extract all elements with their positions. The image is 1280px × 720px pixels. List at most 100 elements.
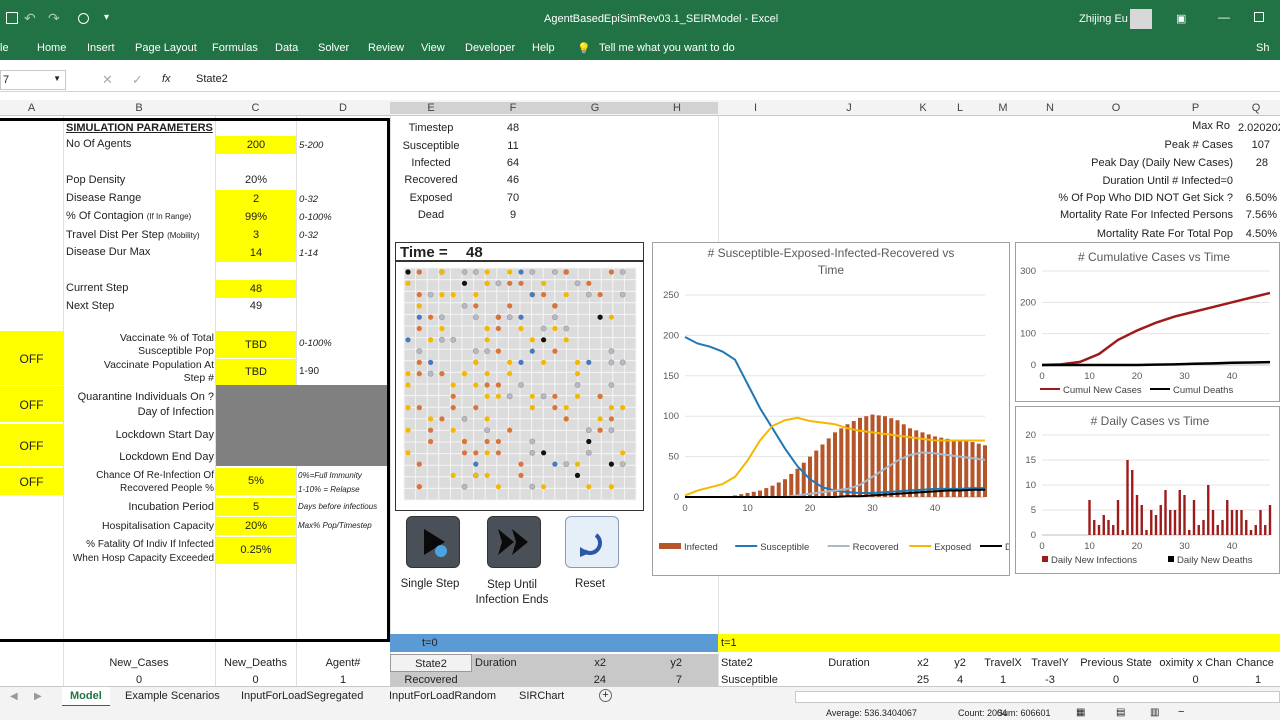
lockdown-toggle[interactable]: OFF: [0, 424, 63, 466]
next-sheet-icon[interactable]: ▶: [34, 691, 42, 702]
name-box[interactable]: 7 ▼: [0, 70, 66, 90]
page-layout-icon[interactable]: ▤: [1116, 707, 1125, 718]
col-g[interactable]: G: [554, 102, 636, 114]
sheet-tab-example-scenarios[interactable]: Example Scenarios: [125, 690, 220, 702]
chevron-down-icon[interactable]: ▼: [53, 74, 61, 83]
vaccinate-value-2[interactable]: TBD: [216, 359, 296, 385]
header-x2-t1[interactable]: x2: [905, 657, 941, 669]
tab-home[interactable]: Home: [37, 42, 66, 54]
tab-file[interactable]: le: [0, 42, 9, 54]
value-y2-t1[interactable]: 4: [941, 674, 979, 686]
ribbon-display-icon[interactable]: ▣: [1176, 12, 1186, 25]
param-value[interactable]: 49: [216, 300, 296, 312]
horizontal-scrollbar[interactable]: [795, 691, 1280, 703]
reinfection-value[interactable]: 5%: [216, 468, 296, 495]
fatality-value[interactable]: 0.25%: [216, 537, 296, 564]
header-state2-t1[interactable]: State2: [721, 657, 753, 669]
user-name[interactable]: Zhijing Eu: [1079, 13, 1128, 25]
col-p[interactable]: P: [1159, 102, 1232, 114]
quarantine-toggle[interactable]: OFF: [0, 386, 63, 422]
avatar[interactable]: [1130, 9, 1152, 29]
tab-view[interactable]: View: [421, 42, 445, 54]
col-e[interactable]: E: [390, 102, 472, 114]
value-new-deaths[interactable]: 0: [215, 674, 296, 686]
reinfection-toggle[interactable]: OFF: [0, 468, 63, 495]
col-m[interactable]: M: [979, 102, 1027, 114]
minimize-icon[interactable]: —: [1218, 10, 1230, 24]
col-h[interactable]: H: [636, 102, 718, 114]
tab-solver[interactable]: Solver: [318, 42, 349, 54]
vaccinate-toggle[interactable]: OFF: [0, 331, 63, 385]
header-duration-t0[interactable]: Duration: [472, 654, 554, 672]
enter-icon[interactable]: ✓: [132, 72, 143, 88]
header-previous-state[interactable]: Previous State: [1073, 657, 1159, 669]
header-travelx[interactable]: TravelX: [979, 657, 1027, 669]
param-value-cell[interactable]: 48: [216, 280, 296, 298]
header-travely[interactable]: TravelY: [1027, 657, 1073, 669]
redo-icon[interactable]: ↷: [48, 10, 60, 27]
worksheet-grid[interactable]: SIMULATION PARAMETERS No Of Agents 200 5…: [0, 116, 1280, 688]
param-value-cell[interactable]: 200: [216, 136, 296, 154]
value-travelx[interactable]: 1: [979, 674, 1027, 686]
col-j[interactable]: J: [793, 102, 905, 114]
col-a[interactable]: A: [0, 102, 63, 114]
header-new-cases[interactable]: New_Cases: [63, 657, 215, 669]
param-value-cell[interactable]: 2: [216, 190, 296, 208]
header-x2-t0[interactable]: x2: [554, 654, 636, 672]
value-state2-t1[interactable]: Susceptible: [721, 674, 778, 686]
save-icon[interactable]: [6, 12, 18, 24]
undo-icon[interactable]: ↶: [24, 10, 36, 27]
col-f[interactable]: F: [472, 102, 554, 114]
zoom-out-icon[interactable]: −: [1178, 706, 1184, 718]
tab-formulas[interactable]: Formulas: [212, 42, 258, 54]
col-n[interactable]: N: [1027, 102, 1073, 114]
sheet-tab-input-segregated[interactable]: InputForLoadSegregated: [241, 690, 363, 702]
normal-view-icon[interactable]: ▦: [1076, 707, 1085, 718]
hosp-value[interactable]: 20%: [216, 517, 296, 535]
sheet-tab-sirchart[interactable]: SIRChart: [519, 690, 564, 702]
value-chance[interactable]: 1: [1236, 674, 1280, 686]
circle-icon[interactable]: [78, 13, 89, 24]
value-previous-state[interactable]: 0: [1073, 674, 1159, 686]
header-y2-t0[interactable]: y2: [636, 654, 718, 672]
prev-sheet-icon[interactable]: ◀: [10, 691, 18, 702]
reset-button[interactable]: [565, 516, 619, 568]
param-value-cell[interactable]: 3: [216, 226, 296, 244]
tab-developer[interactable]: Developer: [465, 42, 515, 54]
sheet-tab-input-random[interactable]: InputForLoadRandom: [389, 690, 496, 702]
col-k[interactable]: K: [905, 102, 941, 114]
value-proximity[interactable]: 0: [1159, 674, 1232, 686]
header-state2-t0[interactable]: State2: [390, 654, 472, 672]
value-agent[interactable]: 1: [296, 674, 390, 686]
restore-icon[interactable]: [1254, 12, 1264, 22]
header-new-deaths[interactable]: New_Deaths: [215, 657, 296, 669]
tab-insert[interactable]: Insert: [87, 42, 115, 54]
sheet-tab-model[interactable]: Model: [62, 687, 110, 707]
tab-data[interactable]: Data: [275, 42, 298, 54]
tell-me-input[interactable]: Tell me what you want to do: [599, 42, 735, 54]
col-c[interactable]: C: [215, 102, 296, 114]
col-o[interactable]: O: [1073, 102, 1159, 114]
step-until-end-button[interactable]: [487, 516, 541, 568]
tab-page-layout[interactable]: Page Layout: [135, 42, 197, 54]
header-y2-t1[interactable]: y2: [941, 657, 979, 669]
header-chance[interactable]: Chance: [1236, 657, 1274, 669]
header-duration-t1[interactable]: Duration: [793, 657, 905, 669]
col-b[interactable]: B: [63, 102, 215, 114]
tab-help[interactable]: Help: [532, 42, 555, 54]
vaccinate-value-1[interactable]: TBD: [216, 331, 296, 358]
param-value[interactable]: 20%: [216, 174, 296, 186]
tab-review[interactable]: Review: [368, 42, 404, 54]
col-d[interactable]: D: [296, 102, 390, 114]
value-travely[interactable]: -3: [1027, 674, 1073, 686]
param-value-cell[interactable]: 14: [216, 244, 296, 262]
header-agent[interactable]: Agent#: [296, 657, 390, 669]
share-button[interactable]: Sh: [1256, 42, 1269, 54]
formula-input[interactable]: State2: [196, 73, 228, 85]
function-icon[interactable]: fx: [162, 73, 171, 85]
col-i[interactable]: I: [718, 102, 793, 114]
customize-icon[interactable]: ▾: [104, 12, 109, 23]
value-x2-t1[interactable]: 25: [905, 674, 941, 686]
value-new-cases[interactable]: 0: [63, 674, 215, 686]
cancel-icon[interactable]: ✕: [102, 72, 113, 88]
